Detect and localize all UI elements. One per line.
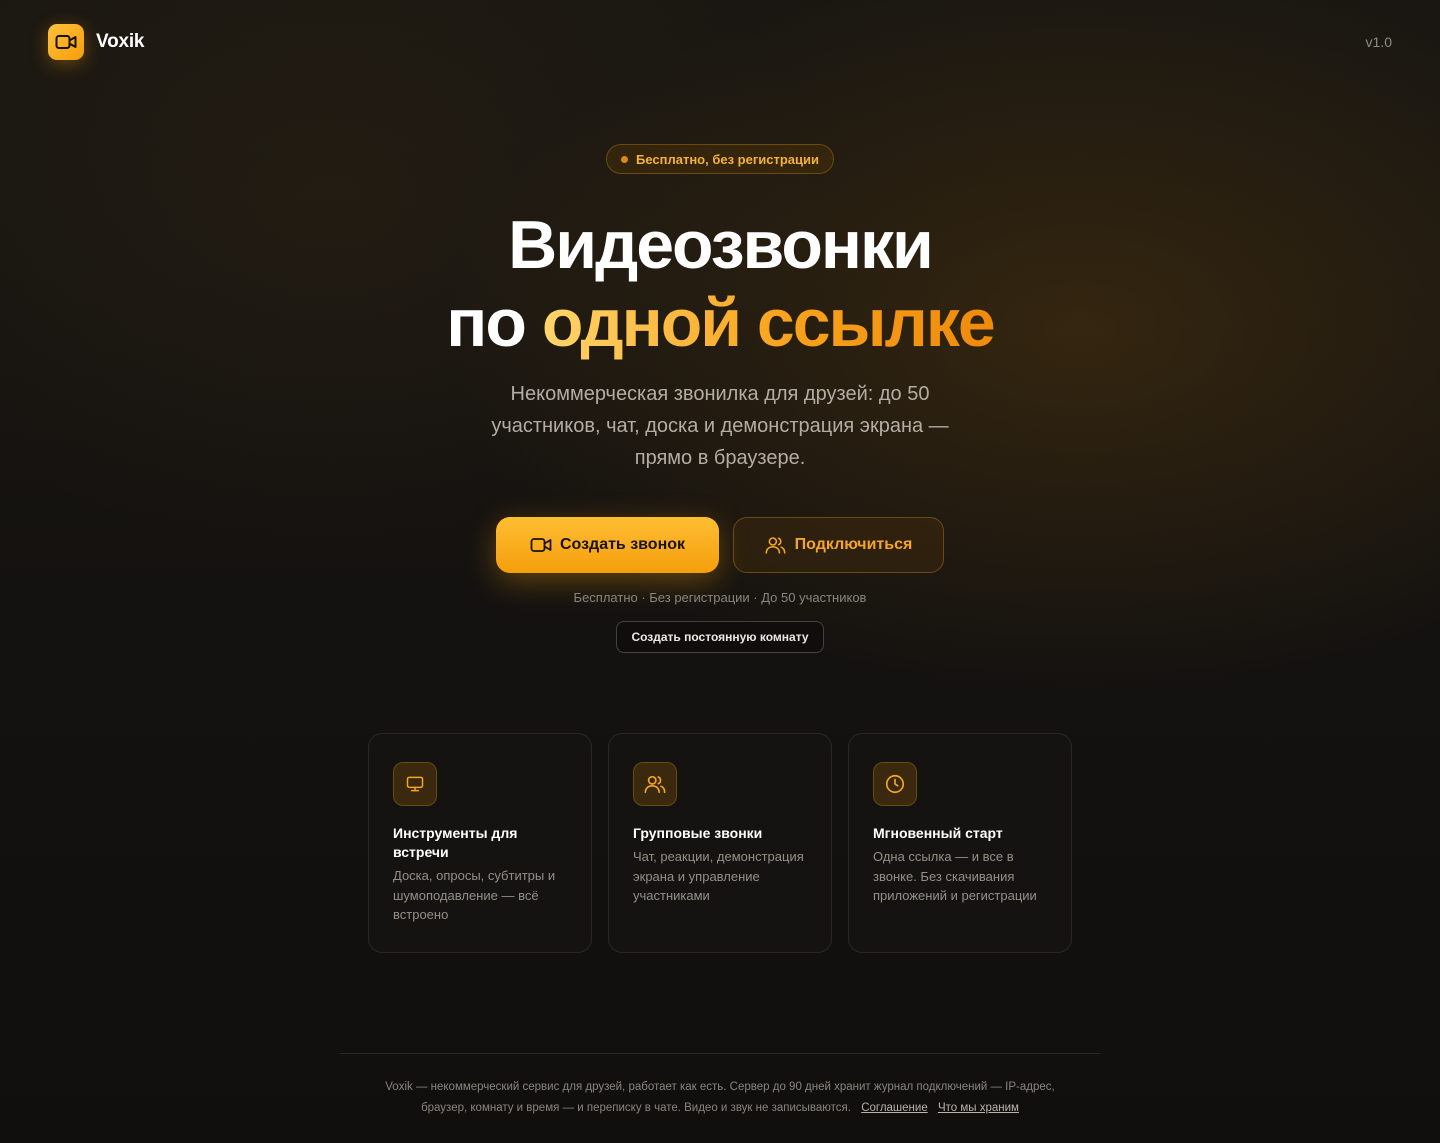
- feature-description: Одна ссылка — и все в звонке. Без скачив…: [873, 849, 1037, 903]
- clock-icon: [873, 762, 917, 806]
- feature-description: Доска, опросы, субтитры и шумоподавление…: [393, 868, 556, 922]
- video-camera-icon: [48, 24, 84, 60]
- title-line-1: Видеозвонки: [508, 207, 934, 283]
- feature-title: Инструменты для встречи: [393, 825, 518, 860]
- footer: Voxik — некоммерческий сервис для друзей…: [362, 1077, 1078, 1119]
- agreement-link[interactable]: Соглашение: [861, 1102, 928, 1114]
- page-title: Видеозвонки по одной ссылке: [0, 206, 1440, 362]
- free-badge: Бесплатно, без регистрации: [606, 144, 834, 174]
- version-label: v1.0: [1365, 34, 1392, 50]
- badge-text: Бесплатно, без регистрации: [635, 151, 819, 167]
- what-we-store-link[interactable]: Что мы храним: [938, 1102, 1019, 1114]
- create-call-button[interactable]: Создать звонок: [496, 517, 719, 573]
- monitor-icon: [393, 762, 437, 806]
- feature-title: Мгновенный старт: [873, 825, 1003, 841]
- join-call-label: Подключиться: [794, 536, 913, 553]
- feature-title: Групповые звонки: [633, 825, 763, 841]
- feature-card-instant-start: Мгновенный старт Одна ссылка — и все в з…: [848, 733, 1072, 953]
- cta-note: Бесплатно · Без регистрации · До 50 учас…: [573, 590, 867, 605]
- video-camera-icon: [530, 538, 552, 552]
- brand-logo[interactable]: Voxik: [48, 24, 144, 60]
- feature-card-tools: Инструменты для встречи Доска, опросы, с…: [368, 733, 592, 953]
- join-call-button[interactable]: Подключиться: [733, 517, 944, 573]
- status-dot: [620, 155, 628, 163]
- title-line-2-plain: по: [446, 285, 527, 361]
- users-icon: [633, 762, 677, 806]
- permanent-room-button[interactable]: Создать постоянную комнату: [616, 621, 824, 653]
- title-line-2-accent: одной ссылке: [541, 285, 996, 361]
- create-call-label: Создать звонок: [559, 536, 686, 553]
- hero-subtitle: Некоммерческая звонилка для друзей: до 5…: [491, 383, 949, 469]
- footer-divider: [340, 1053, 1100, 1054]
- users-icon: [765, 537, 786, 554]
- feature-description: Чат, реакции, демонстрация экрана и упра…: [633, 849, 804, 903]
- feature-card-group-calls: Групповые звонки Чат, реакции, демонстра…: [608, 733, 832, 953]
- brand-name: Voxik: [96, 31, 145, 52]
